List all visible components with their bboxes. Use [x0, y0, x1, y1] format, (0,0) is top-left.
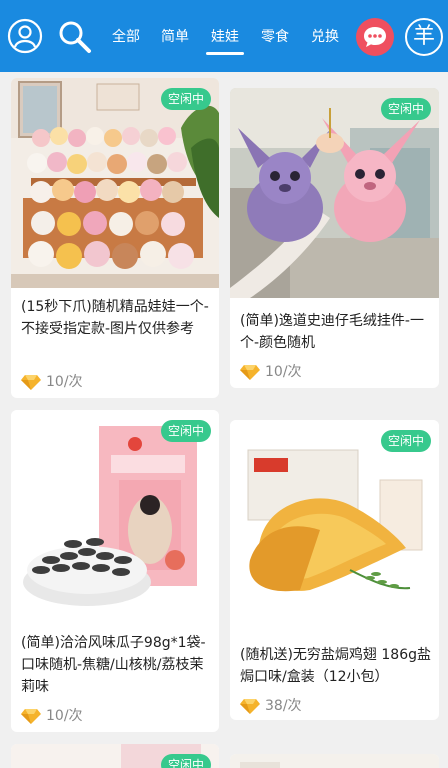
product-price: 38/次 [265, 698, 302, 714]
product-title: (15秒下爪)随机精品娃娃一个-不接受指定款-图片仅供参考 [21, 299, 209, 337]
product-title: (随机送)无穷盐焗鸡翅 186g盐焗口味/盒装（12小包） [240, 647, 431, 685]
search-icon[interactable] [56, 18, 92, 54]
product-card[interactable] [230, 754, 439, 768]
product-card[interactable]: 空闲中 [11, 744, 219, 768]
product-card[interactable]: 空闲中 (随机送)无穷盐焗鸡翅 186g盐焗口味/盒装（12小包） 38/次 [230, 420, 439, 720]
coin-icon[interactable]: 羊 [405, 18, 443, 56]
diamond-icon [21, 375, 41, 390]
product-card[interactable]: 空闲中 (简单)逸道史迪仔毛绒挂件-一个-颜色随机 10/次 [230, 88, 439, 388]
product-image [230, 754, 439, 768]
tab-all[interactable]: 全部 [111, 28, 141, 46]
tab-dolls[interactable]: 娃娃 [206, 28, 244, 55]
product-title: (简单)洽洽风味瓜子98g*1袋-口味随机-焦糖/山核桃/荔枝茉莉味 [21, 635, 206, 695]
product-price: 10/次 [46, 708, 83, 724]
price-row: 10/次 [240, 362, 302, 382]
price-row: 10/次 [21, 706, 83, 726]
product-card[interactable]: 空闲中 (简单)洽洽风味瓜子98g*1袋-口味随机-焦糖/山核桃/荔枝茉莉味 1… [11, 410, 219, 732]
status-badge: 空闲中 [160, 88, 211, 110]
product-card[interactable]: 空闲中 (15秒下爪)随机精品娃娃一个-不接受指定款-图片仅供参考 10/次 [11, 78, 219, 398]
product-price: 10/次 [46, 374, 83, 390]
price-row: 38/次 [240, 696, 302, 716]
top-bar: 全部 简单 娃娃 零食 兑换 羊 [0, 0, 448, 72]
status-badge: 空闲中 [160, 754, 211, 768]
diamond-icon [240, 365, 260, 380]
user-icon[interactable] [7, 18, 43, 54]
status-badge: 空闲中 [160, 420, 211, 442]
price-row: 10/次 [21, 372, 83, 392]
tab-snacks[interactable]: 零食 [260, 28, 290, 46]
status-badge: 空闲中 [380, 98, 431, 120]
tab-simple[interactable]: 简单 [160, 28, 190, 46]
diamond-icon [21, 709, 41, 724]
diamond-icon [240, 699, 260, 714]
chat-icon[interactable] [356, 18, 394, 56]
status-badge: 空闲中 [380, 430, 431, 452]
product-title: (简单)逸道史迪仔毛绒挂件-一个-颜色随机 [240, 313, 424, 351]
product-price: 10/次 [265, 364, 302, 380]
tab-exchange[interactable]: 兑换 [310, 28, 340, 46]
